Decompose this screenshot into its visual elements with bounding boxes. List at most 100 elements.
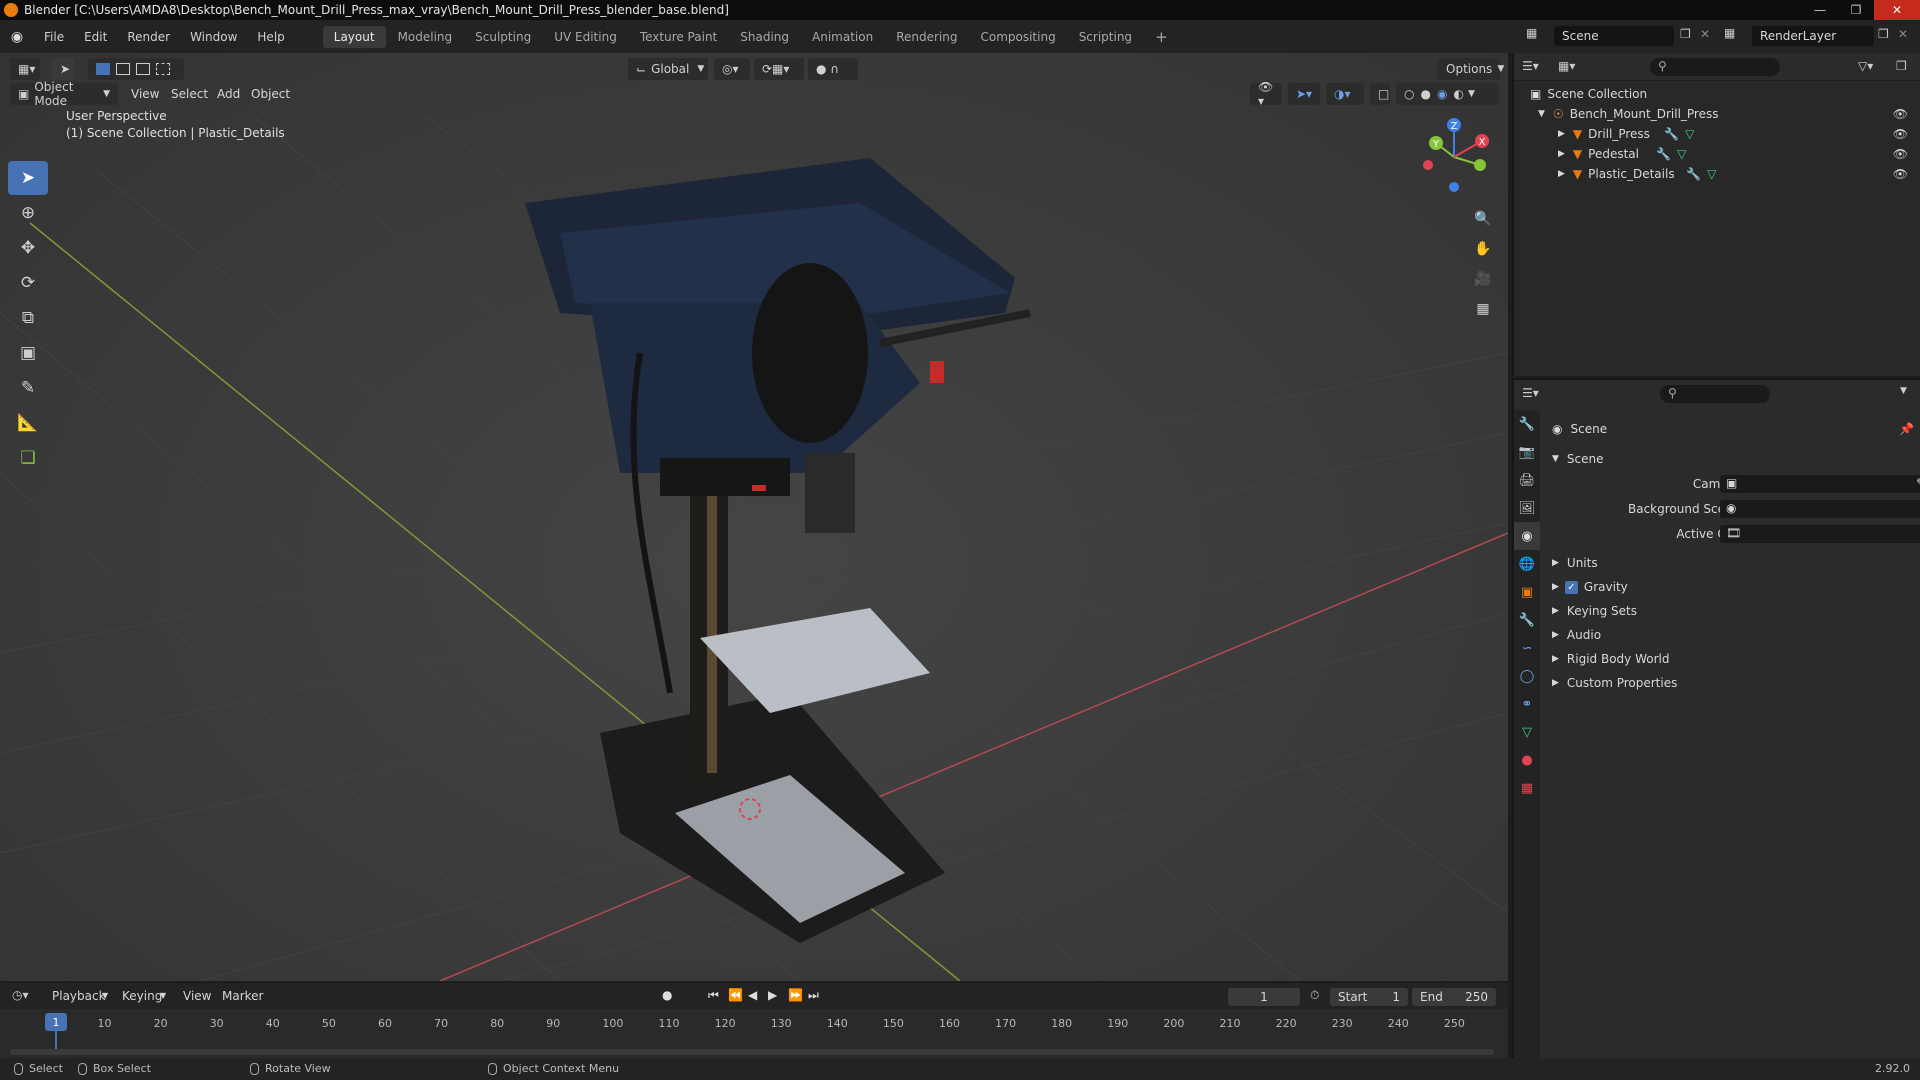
menu-playback[interactable]: Playback <box>52 989 106 1003</box>
camera-view-icon[interactable]: 🎥 <box>1469 265 1497 293</box>
timeline-editor-type-icon[interactable]: ◷▾ <box>12 988 29 1002</box>
rotate-tool-icon[interactable]: ⟳ <box>8 266 48 300</box>
tab-compositing[interactable]: Compositing <box>969 26 1066 48</box>
gizmo-toggle-icon[interactable]: ➤▾ <box>1288 83 1320 105</box>
render-tab-icon[interactable]: 📷 <box>1514 438 1540 466</box>
gravity-checkbox[interactable]: ✓ <box>1564 580 1578 594</box>
add-workspace-icon[interactable]: + <box>1144 26 1179 48</box>
jump-end-icon[interactable]: ⏭ <box>808 988 819 1003</box>
stopwatch-icon[interactable]: ⏱ <box>1310 988 1319 1003</box>
tab-scripting[interactable]: Scripting <box>1068 26 1143 48</box>
menu-edit[interactable]: Edit <box>74 25 117 49</box>
display-mode-icon[interactable]: ▦▾ <box>1558 59 1575 73</box>
record-icon[interactable]: ● <box>662 988 672 1002</box>
prev-keyframe-icon[interactable]: ⏪ <box>728 988 743 1002</box>
play-icon[interactable]: ▶ <box>768 988 777 1002</box>
menu-timeline-view[interactable]: View <box>183 989 211 1003</box>
new-collection-icon[interactable]: ❐ <box>1896 59 1907 73</box>
gravity-panel-header[interactable]: ▶ ✓ Gravity <box>1540 576 1920 598</box>
menu-object[interactable]: Object <box>251 87 290 101</box>
rendered-shading-icon[interactable]: ◐ <box>1453 87 1463 101</box>
menu-help[interactable]: Help <box>247 25 294 49</box>
material-shading-icon[interactable]: ◉ <box>1437 87 1447 101</box>
outliner-editor-type-icon[interactable]: ☰▾ <box>1522 59 1539 73</box>
expand-arrow-icon[interactable]: ▼ <box>1538 109 1545 119</box>
zoom-icon[interactable]: 🔍 <box>1469 205 1497 233</box>
pin-icon[interactable]: 📌 <box>1899 422 1914 436</box>
close-button[interactable]: ✕ <box>1874 0 1920 20</box>
eye-icon[interactable]: 👁 <box>1893 147 1908 161</box>
outliner-row-scene-collection[interactable]: ▣ Scene Collection <box>1514 84 1920 104</box>
menu-view[interactable]: View <box>131 87 159 101</box>
selection-mode-buttons[interactable] <box>88 58 184 80</box>
menu-file[interactable]: File <box>34 25 74 49</box>
outliner-row-pedestal[interactable]: ▶ ▼ Pedestal 🔧 ▽ 👁 <box>1514 144 1920 164</box>
tab-sculpting[interactable]: Sculpting <box>464 26 542 48</box>
scene-panel-header[interactable]: ▼ Scene <box>1540 448 1920 470</box>
object-tab-icon[interactable]: ▣ <box>1514 578 1540 606</box>
xray-toggle-icon[interactable]: □ <box>1370 83 1390 105</box>
units-panel-header[interactable]: ▶ Units <box>1540 552 1920 574</box>
physics-tab-icon[interactable]: ◯ <box>1514 662 1540 690</box>
wireframe-shading-icon[interactable]: ○ <box>1404 87 1414 101</box>
play-reverse-icon[interactable]: ◀ <box>748 988 757 1002</box>
pan-hand-icon[interactable]: ✋ <box>1469 235 1497 263</box>
active-clip-field[interactable]: 🎞 <box>1720 525 1920 543</box>
particles-tab-icon[interactable]: ∽ <box>1514 634 1540 662</box>
tab-layout[interactable]: Layout <box>322 25 386 48</box>
new-view-layer-icon[interactable]: ❐ <box>1878 27 1889 41</box>
tab-uv-editing[interactable]: UV Editing <box>543 26 628 48</box>
expand-arrow-icon[interactable]: ▶ <box>1558 129 1565 139</box>
outliner-row-plastic-details[interactable]: ▶ ▼ Plastic_Details 🔧 ▽ 👁 <box>1514 164 1920 184</box>
audio-panel-header[interactable]: ▶ Audio <box>1540 624 1920 646</box>
view-layer-field[interactable]: RenderLayer <box>1752 26 1874 46</box>
filter-icon[interactable]: ▽▾ <box>1858 59 1873 73</box>
modifier-tab-icon[interactable]: 🔧 <box>1514 606 1540 634</box>
blender-menu-icon[interactable]: ◉ <box>6 26 28 48</box>
snap-toggle[interactable]: ⟳▦▾ <box>754 58 804 80</box>
add-cube-tool-icon[interactable]: ❏ <box>8 441 48 475</box>
material-tab-icon[interactable]: ● <box>1514 746 1540 774</box>
view-layer-browse-icon[interactable]: ▦ <box>1724 26 1735 40</box>
move-tool-icon[interactable]: ✥ <box>8 231 48 265</box>
tab-rendering[interactable]: Rendering <box>885 26 968 48</box>
current-frame-field[interactable]: 1 <box>1228 988 1300 1006</box>
timeline-ruler[interactable]: 10 20 30 40 50 60 70 80 90 100 110 120 130 140 150 160 1… <box>0 1009 1508 1058</box>
visibility-icon[interactable]: 👁▾ <box>1250 80 1282 108</box>
3d-viewport[interactable]: ▦▾ ➤ ⌙ Global ▼ ◎▾ ⟳▦▾ ● ∩ Options ▼ ▣ O… <box>0 53 1508 981</box>
texture-tab-icon[interactable]: ▦ <box>1514 774 1540 802</box>
scale-tool-icon[interactable]: ⧉ <box>8 301 48 335</box>
scene-tab-icon[interactable]: ◉ <box>1514 522 1540 550</box>
eye-icon[interactable]: 👁 <box>1893 107 1908 121</box>
eye-icon[interactable]: 👁 <box>1893 127 1908 141</box>
data-tab-icon[interactable]: ▽ <box>1514 718 1540 746</box>
delete-view-layer-icon[interactable]: ✕ <box>1898 27 1908 41</box>
tab-shading[interactable]: Shading <box>729 26 800 48</box>
options-dropdown[interactable]: Options ▼ <box>1438 58 1504 80</box>
jump-start-icon[interactable]: ⏮ <box>708 988 719 1003</box>
view-layer-tab-icon[interactable]: 🖼 <box>1514 494 1540 522</box>
eyedropper-icon[interactable]: ✎ <box>1916 476 1920 490</box>
output-tab-icon[interactable]: 🖨 <box>1514 466 1540 494</box>
next-keyframe-icon[interactable]: ⏩ <box>788 988 803 1002</box>
editor-type-button[interactable]: ▦▾ <box>10 58 40 80</box>
measure-tool-icon[interactable]: 📐 <box>8 406 48 440</box>
scene-name-field[interactable]: Scene <box>1554 26 1674 46</box>
chevron-down-icon[interactable]: ▼ <box>1900 386 1907 396</box>
proportional-editing-toggle[interactable]: ● ∩ <box>808 58 858 80</box>
properties-search-input[interactable]: ⚲ <box>1660 385 1770 403</box>
rigid-body-world-panel-header[interactable]: ▶ Rigid Body World <box>1540 648 1920 670</box>
outliner-search-input[interactable]: ⚲ <box>1650 58 1780 76</box>
tool-tab-icon[interactable]: 🔧 <box>1514 410 1540 438</box>
camera-field[interactable]: ▣ ✎ <box>1720 475 1920 493</box>
world-tab-icon[interactable]: 🌐 <box>1514 550 1540 578</box>
menu-render[interactable]: Render <box>117 25 180 49</box>
constraints-tab-icon[interactable]: ⚭ <box>1514 690 1540 718</box>
end-frame-field[interactable]: End 250 <box>1412 988 1496 1006</box>
timeline-scrollbar[interactable] <box>10 1049 1494 1055</box>
scene-browse-icon[interactable]: ▦ <box>1526 26 1537 40</box>
mode-dropdown[interactable]: ▣ Object Mode ▼ <box>10 80 118 108</box>
expand-arrow-icon[interactable]: ▶ <box>1558 149 1565 159</box>
custom-properties-panel-header[interactable]: ▶ Custom Properties <box>1540 672 1920 694</box>
menu-window[interactable]: Window <box>180 25 247 49</box>
